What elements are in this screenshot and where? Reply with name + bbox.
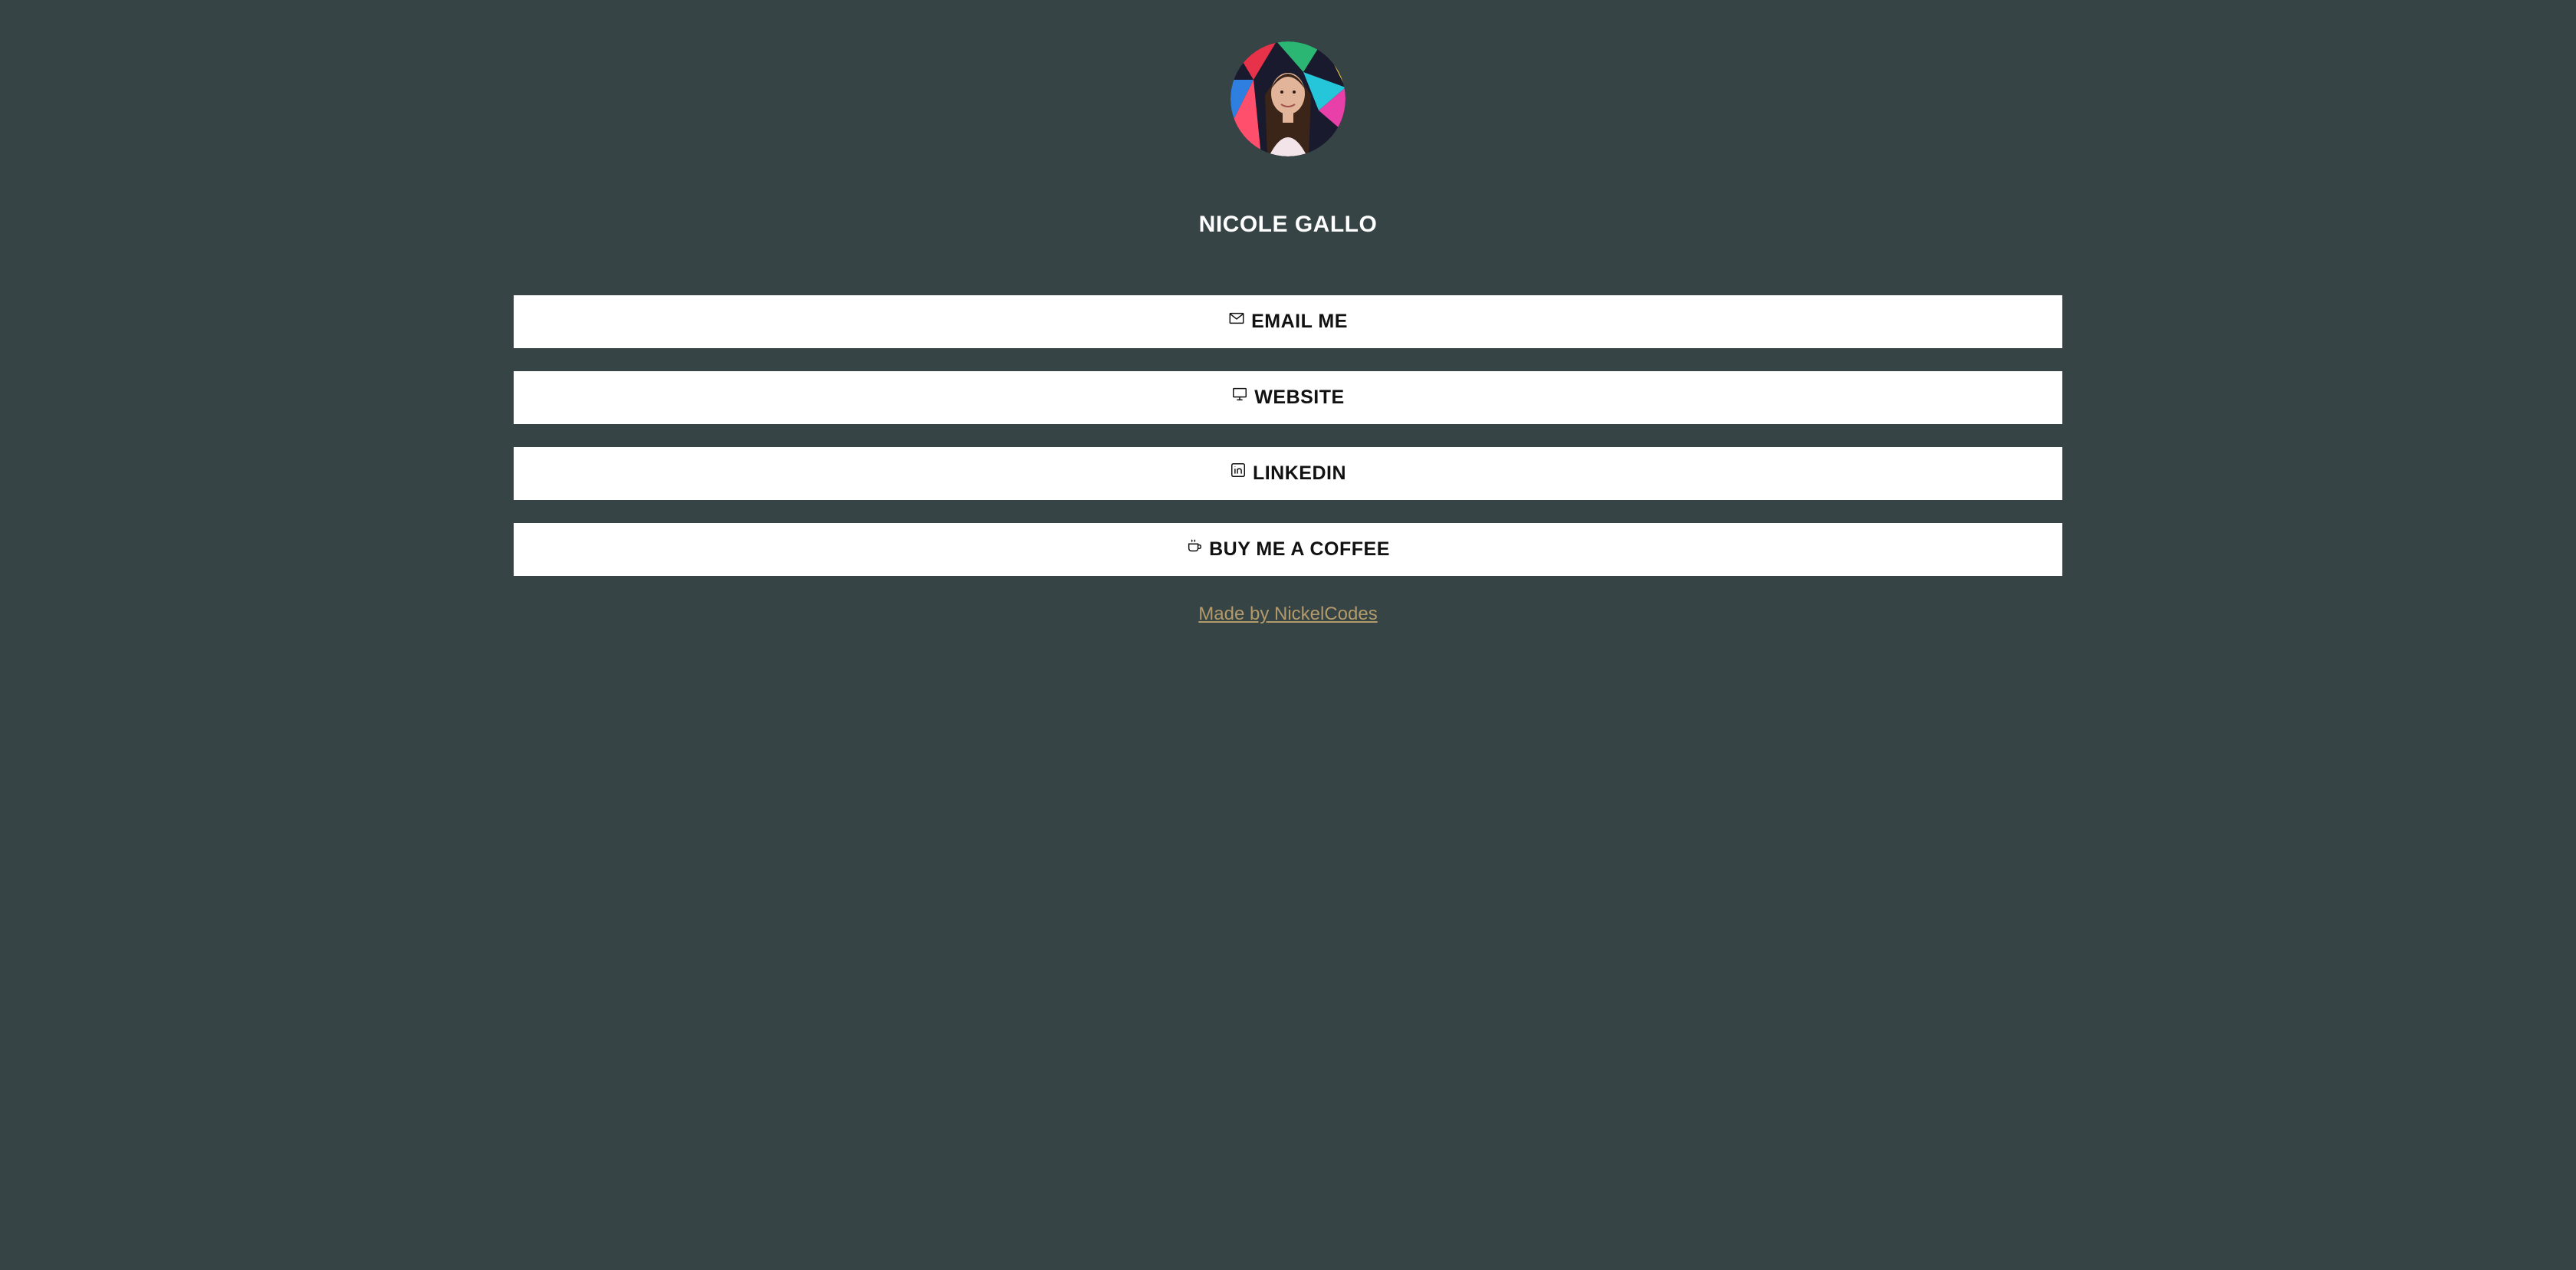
profile-name: NICOLE GALLO <box>1198 212 1378 237</box>
link-list: EMAIL ME WEBSITE LINKEDIN BUY ME A COFFE… <box>514 295 2062 599</box>
made-by-link[interactable]: Made by NickelCodes <box>1198 604 1377 624</box>
monitor-icon <box>1231 386 1248 403</box>
envelope-icon <box>1228 310 1245 327</box>
footer-credit: Made by NickelCodes <box>0 600 2576 628</box>
buy-me-a-coffee-button[interactable]: BUY ME A COFFEE <box>514 523 2062 576</box>
linkedin-button[interactable]: LINKEDIN <box>514 447 2062 500</box>
profile-photo-icon <box>1230 41 1346 156</box>
coffee-cup-icon <box>1186 538 1203 554</box>
page: NICOLE GALLO EMAIL ME WEBSITE LINKEDIN B… <box>0 0 2576 1270</box>
email-me-label: EMAIL ME <box>1251 311 1348 332</box>
linkedin-label: LINKEDIN <box>1252 462 1347 484</box>
website-button[interactable]: WEBSITE <box>514 371 2062 424</box>
email-me-button[interactable]: EMAIL ME <box>514 295 2062 348</box>
buy-me-a-coffee-label: BUY ME A COFFEE <box>1209 538 1390 560</box>
website-label: WEBSITE <box>1254 387 1345 408</box>
linkedin-icon <box>1230 462 1247 479</box>
avatar <box>1230 41 1346 156</box>
